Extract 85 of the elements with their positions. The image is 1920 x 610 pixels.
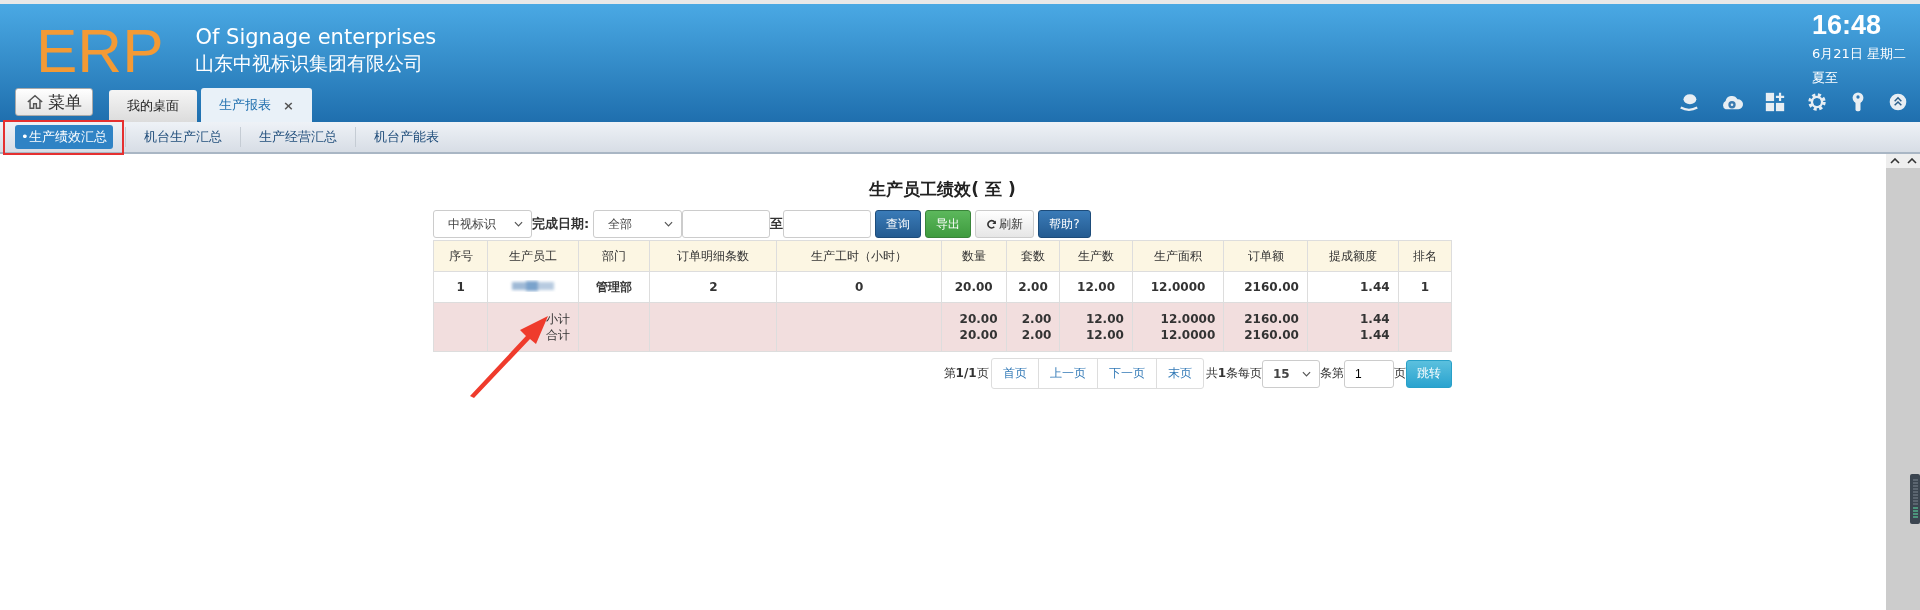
pager-link[interactable]: 首页 <box>991 359 1038 388</box>
tab-label: 生产报表 <box>219 96 271 114</box>
items-label: 条第 <box>1320 365 1344 382</box>
solar-term: 夏至 <box>1812 69 1839 87</box>
total-value: 2.00 <box>1020 311 1052 327</box>
pager-link[interactable]: 上一页 <box>1037 359 1097 388</box>
page-size-select[interactable]: 15 <box>1262 359 1320 388</box>
table-cell: 2.00 <box>1018 280 1048 294</box>
column-header: 序号 <box>433 240 488 272</box>
column-header: 提成额度 <box>1307 240 1399 272</box>
tab[interactable]: 我的桌面 <box>109 90 197 122</box>
table-cell: 1 <box>456 280 465 294</box>
collapse-icon[interactable] <box>1888 92 1908 112</box>
page-info: 第1/1页 <box>943 365 989 382</box>
toolbar-button[interactable]: 刷新 <box>975 210 1035 238</box>
table-cell: 管理部 <box>595 279 632 294</box>
company-select[interactable]: 中视标识 <box>433 210 532 238</box>
chevron-icon <box>664 221 674 227</box>
range-select[interactable]: 全部 <box>593 210 683 238</box>
total-value: 20.00 <box>958 327 998 343</box>
column-header: 生产员工 <box>487 240 579 272</box>
column-header: 生产数 <box>1059 240 1133 272</box>
total-value: 12.00 <box>1084 311 1124 327</box>
settings-icon[interactable] <box>1806 91 1828 113</box>
clock-date: 6月21日 星期二 <box>1812 45 1906 63</box>
erp-logo: ERP <box>36 20 164 82</box>
total-value: 2160.00 <box>1243 311 1299 327</box>
chevron-icon <box>514 221 523 227</box>
table-cell: 1 <box>1420 280 1429 294</box>
page-number-field[interactable]: 1 <box>1344 359 1394 388</box>
total-value: 12.0000 <box>1159 311 1216 327</box>
total-value: 12.00 <box>1084 327 1124 343</box>
column-header: 排名 <box>1398 240 1452 272</box>
record-count: 共1条每页 <box>1205 365 1262 382</box>
pager-link[interactable]: 下一页 <box>1096 359 1156 388</box>
clock-time: 16:48 <box>1812 10 1883 41</box>
menu-button[interactable]: 菜单 <box>15 88 93 116</box>
sub-nav-item[interactable]: 机台产能表 <box>355 125 457 149</box>
total-value: 20.00 <box>958 311 998 327</box>
total-label: 合计 <box>544 327 570 343</box>
table-cell: 1.44 <box>1360 280 1390 294</box>
scroll-up-icon[interactable] <box>1889 158 1900 164</box>
tab[interactable]: 生产报表 × <box>201 88 312 122</box>
column-header: 部门 <box>578 240 650 272</box>
chevron-icon <box>1302 370 1311 377</box>
scroll-up-icon[interactable] <box>1906 158 1917 164</box>
end-date-field[interactable] <box>783 210 872 238</box>
total-value: 1.44 <box>1359 311 1390 327</box>
toolbar-button[interactable]: 帮助? <box>1038 210 1091 238</box>
sub-nav-item[interactable]: 生产经营汇总 <box>240 125 355 149</box>
table-cell: 20.00 <box>954 280 993 294</box>
level-meter-widget <box>1910 474 1920 524</box>
report-title: 生产员工绩效( 至 ) <box>868 178 1017 201</box>
column-header: 生产工时（小时） <box>776 240 942 272</box>
column-header: 订单明细条数 <box>649 240 777 272</box>
total-value: 2.00 <box>1020 327 1052 343</box>
chat-icon[interactable] <box>1678 91 1700 113</box>
total-value: 12.0000 <box>1159 327 1216 343</box>
total-value: 1.44 <box>1359 327 1390 343</box>
date-label: 完成日期: <box>532 215 590 233</box>
start-date-field[interactable] <box>682 210 771 238</box>
column-header: 订单额 <box>1223 240 1308 272</box>
table-cell: 12.00 <box>1077 280 1116 294</box>
company-name: 山东中视标识集团有限公司 <box>195 51 425 76</box>
pager-link[interactable]: 末页 <box>1155 359 1203 388</box>
table-cell: 0 <box>855 280 864 294</box>
table-cell: 2160.00 <box>1244 280 1299 294</box>
refresh-icon <box>986 218 998 230</box>
sub-nav-item[interactable]: •生产绩效汇总 <box>15 125 113 149</box>
toolbar-button[interactable]: 查询 <box>875 210 922 238</box>
column-header: 数量 <box>941 240 1007 272</box>
add-widget-icon[interactable] <box>1764 91 1786 113</box>
close-icon[interactable]: × <box>283 97 294 113</box>
table-cell: 12.0000 <box>1150 280 1206 294</box>
home-icon <box>26 93 44 111</box>
company-name-english: Of Signage enterprises <box>195 25 437 49</box>
table-cell: 2 <box>709 280 718 294</box>
column-header: 套数 <box>1006 240 1060 272</box>
to-label: 至 <box>770 215 784 233</box>
column-header: 生产面积 <box>1132 240 1224 272</box>
total-value: 2160.00 <box>1243 327 1299 343</box>
page-label: 页 <box>1394 365 1406 382</box>
sub-nav-item[interactable]: 机台生产汇总 <box>125 125 240 149</box>
tab-label: 我的桌面 <box>127 97 179 115</box>
total-label: 小计 <box>544 311 570 327</box>
